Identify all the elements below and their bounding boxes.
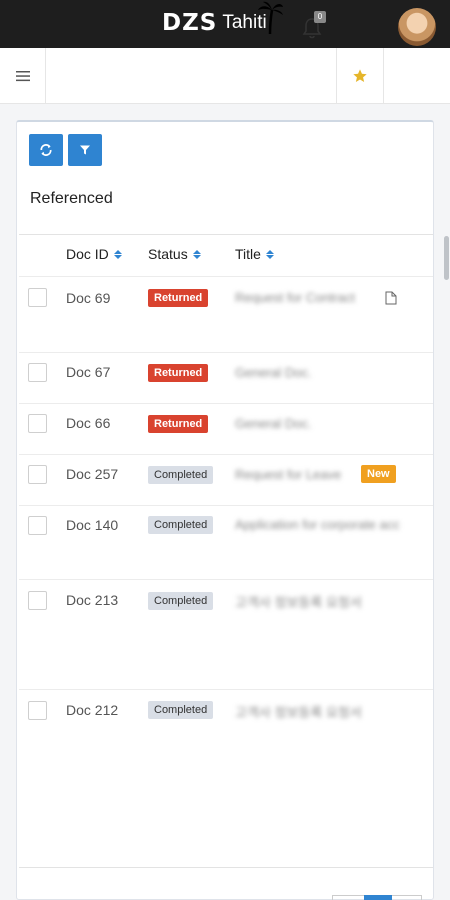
doc-title[interactable]: Request for Leave: [235, 467, 341, 482]
row-checkbox[interactable]: [28, 516, 47, 535]
palm-tree-icon: [258, 1, 283, 34]
row-checkbox[interactable]: [28, 363, 47, 382]
status-badge: Completed: [148, 592, 214, 610]
header-divider: [19, 276, 433, 277]
status-badge: Completed: [148, 516, 214, 534]
section-title: Referenced: [30, 190, 113, 207]
doc-id[interactable]: Doc 213: [66, 592, 118, 608]
avatar[interactable]: [398, 8, 436, 46]
filter-button[interactable]: [68, 134, 102, 166]
doc-title[interactable]: Application for corporate acc: [235, 517, 400, 532]
status-badge: Returned: [148, 415, 209, 433]
row-divider: [19, 454, 433, 455]
doc-title[interactable]: 고객사 정보등록 요청서: [235, 592, 362, 611]
top-bar: DZS Tahiti: [0, 0, 450, 48]
column-header-title[interactable]: Title: [235, 246, 274, 262]
doc-title[interactable]: General Doc.: [235, 416, 312, 431]
doc-title[interactable]: 고객사 정보등록 요청서: [235, 702, 362, 721]
pagination-active-page[interactable]: [364, 895, 392, 900]
doc-title[interactable]: Request for Contract: [235, 290, 355, 305]
column-header-label: Status: [148, 246, 188, 262]
status-badge: Returned: [148, 364, 209, 382]
new-badge: New: [361, 465, 396, 483]
sort-icon: [265, 249, 274, 259]
column-header-doc-id[interactable]: Doc ID: [66, 246, 122, 262]
favorites-button[interactable]: [336, 48, 384, 104]
doc-id[interactable]: Doc 257: [66, 466, 118, 482]
sort-icon: [113, 249, 122, 259]
document-icon[interactable]: [385, 291, 397, 305]
row-divider: [19, 505, 433, 506]
sort-icon: [192, 249, 201, 259]
scrollbar[interactable]: [444, 236, 449, 280]
row-checkbox[interactable]: [28, 465, 47, 484]
doc-id[interactable]: Doc 66: [66, 415, 110, 431]
row-checkbox[interactable]: [28, 414, 47, 433]
refresh-icon: [40, 144, 52, 156]
row-divider: [19, 352, 433, 353]
doc-id[interactable]: Doc 140: [66, 517, 118, 533]
row-checkbox[interactable]: [28, 701, 47, 720]
doc-id[interactable]: Doc 67: [66, 364, 110, 380]
status-badge: Completed: [148, 466, 214, 484]
notification-count-badge: 0: [314, 11, 326, 23]
row-checkbox[interactable]: [28, 591, 47, 610]
row-checkbox[interactable]: [28, 288, 47, 307]
star-icon: [353, 69, 367, 82]
refresh-button[interactable]: [29, 134, 63, 166]
row-divider: [19, 689, 433, 690]
row-divider: [19, 579, 433, 580]
hamburger-icon[interactable]: [0, 48, 46, 104]
column-header-label: Doc ID: [66, 246, 109, 262]
doc-id[interactable]: Doc 69: [66, 290, 110, 306]
logo-brand: DZS: [162, 10, 218, 36]
column-header-status[interactable]: Status: [148, 246, 201, 262]
filter-icon: [80, 145, 90, 155]
logo[interactable]: DZS Tahiti: [162, 8, 267, 38]
doc-title[interactable]: General Doc.: [235, 365, 312, 380]
doc-id[interactable]: Doc 212: [66, 702, 118, 718]
menu-lines-icon: [15, 71, 30, 82]
status-badge: Completed: [148, 701, 214, 719]
row-divider: [19, 403, 433, 404]
column-header-label: Title: [235, 246, 261, 262]
status-badge: Returned: [148, 289, 209, 307]
documents-table: [19, 234, 433, 868]
nav-bar: [0, 48, 450, 104]
